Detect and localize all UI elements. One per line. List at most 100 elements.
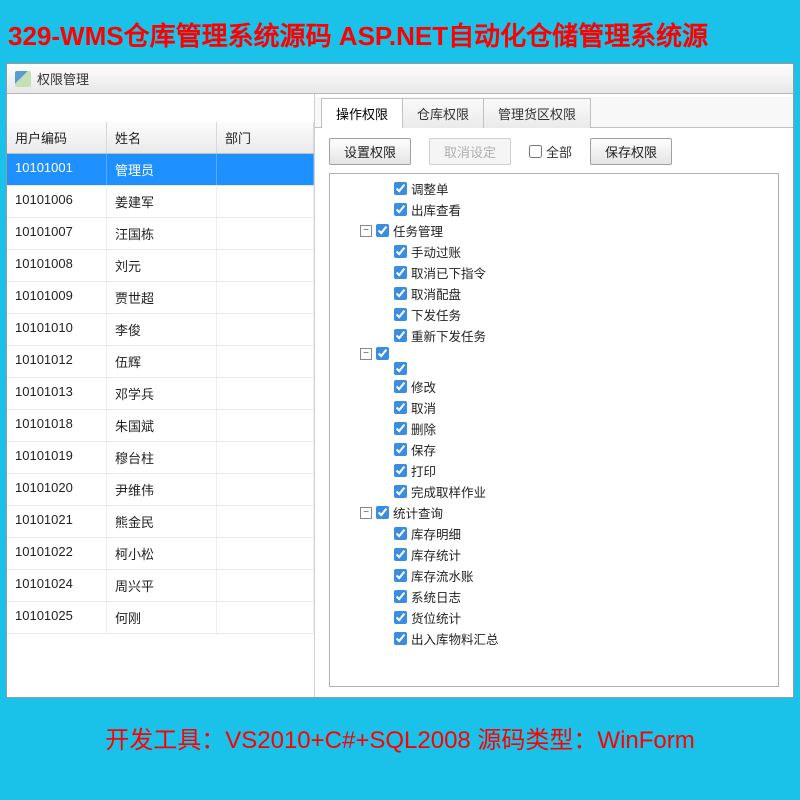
table-row[interactable]: 10101021熊金民 [7, 506, 314, 538]
tree-node[interactable]: 货位统计 [332, 607, 776, 628]
tree-node[interactable]: 下发任务 [332, 304, 776, 325]
table-row[interactable]: 10101019穆台柱 [7, 442, 314, 474]
tree-node[interactable]: 取消已下指令 [332, 262, 776, 283]
header-code[interactable]: 用户编码 [7, 122, 107, 153]
tree-toggle-empty [378, 288, 390, 300]
table-row[interactable]: 10101013邓学兵 [7, 378, 314, 410]
grid-header: 用户编码 姓名 部门 [7, 122, 314, 154]
tree-node[interactable]: 系统日志 [332, 586, 776, 607]
tree-label: 出库查看 [411, 200, 461, 219]
tree-checkbox[interactable] [394, 266, 407, 279]
tree-checkbox[interactable] [394, 329, 407, 342]
tree-node[interactable]: 修改 [332, 376, 776, 397]
tree-node[interactable]: 删除 [332, 418, 776, 439]
tree-node[interactable]: 手动过账 [332, 241, 776, 262]
table-row[interactable]: 10101024周兴平 [7, 570, 314, 602]
tree-checkbox[interactable] [394, 182, 407, 195]
table-row[interactable]: 10101006姜建军 [7, 186, 314, 218]
tree-checkbox[interactable] [376, 347, 389, 360]
cell-name: 刘元 [107, 250, 217, 281]
tree-toggle-empty [378, 549, 390, 561]
tree-checkbox[interactable] [394, 569, 407, 582]
tree-label: 取消已下指令 [411, 263, 486, 282]
tree-label: 出入库物料汇总 [411, 629, 499, 648]
tree-label: 取消 [411, 398, 436, 417]
tree-checkbox[interactable] [394, 362, 407, 375]
tree-toggle-empty [378, 444, 390, 456]
tree-checkbox[interactable] [394, 632, 407, 645]
table-row[interactable]: 10101020尹维伟 [7, 474, 314, 506]
tree-checkbox[interactable] [394, 527, 407, 540]
tree-checkbox[interactable] [394, 245, 407, 258]
tree-checkbox[interactable] [394, 203, 407, 216]
tree-checkbox[interactable] [394, 308, 407, 321]
tree-toggle-empty [378, 402, 390, 414]
tree-toggle-empty [378, 330, 390, 342]
tree-node[interactable]: 取消配盘 [332, 283, 776, 304]
table-row[interactable]: 10101012伍辉 [7, 346, 314, 378]
table-row[interactable]: 10101025何刚 [7, 602, 314, 634]
tree-node[interactable] [332, 361, 776, 376]
tree-node[interactable]: 出入库物料汇总 [332, 628, 776, 649]
tree-toggle-icon[interactable]: − [360, 507, 372, 519]
tree-checkbox[interactable] [394, 485, 407, 498]
tree-node[interactable]: − [332, 346, 776, 361]
table-row[interactable]: 10101018朱国斌 [7, 410, 314, 442]
tree-node[interactable]: 库存明细 [332, 523, 776, 544]
tab-2[interactable]: 管理货区权限 [483, 98, 591, 128]
tree-checkbox[interactable] [394, 401, 407, 414]
tree-toggle-empty [378, 423, 390, 435]
tree-checkbox[interactable] [394, 422, 407, 435]
cell-name: 管理员 [107, 154, 217, 185]
tree-node[interactable]: 调整单 [332, 178, 776, 199]
table-row[interactable]: 10101009贾世超 [7, 282, 314, 314]
window-title: 权限管理 [37, 69, 89, 88]
tree-checkbox[interactable] [394, 287, 407, 300]
banner-top: 329-WMS仓库管理系统源码 ASP.NET自动化仓储管理系统源 [0, 0, 800, 63]
tree-node[interactable]: −统计查询 [332, 502, 776, 523]
cell-dept [217, 218, 314, 249]
cell-name: 姜建军 [107, 186, 217, 217]
tree-checkbox[interactable] [394, 611, 407, 624]
table-row[interactable]: 10101022柯小松 [7, 538, 314, 570]
tree-node[interactable]: 重新下发任务 [332, 325, 776, 346]
table-row[interactable]: 10101008刘元 [7, 250, 314, 282]
tree-checkbox[interactable] [394, 443, 407, 456]
header-dept[interactable]: 部门 [217, 122, 314, 153]
table-row[interactable]: 10101001管理员 [7, 154, 314, 186]
header-name[interactable]: 姓名 [107, 122, 217, 153]
tree-node[interactable]: 打印 [332, 460, 776, 481]
tree-label: 修改 [411, 377, 436, 396]
tree-node[interactable]: 库存流水账 [332, 565, 776, 586]
table-row[interactable]: 10101007汪国栋 [7, 218, 314, 250]
tree-toggle-empty [378, 246, 390, 258]
cell-code: 10101018 [7, 410, 107, 441]
tree-node[interactable]: 完成取样作业 [332, 481, 776, 502]
tree-checkbox[interactable] [376, 224, 389, 237]
tree-toggle-icon[interactable]: − [360, 348, 372, 360]
tree-node[interactable]: 取消 [332, 397, 776, 418]
cancel-permission-button[interactable]: 取消设定 [429, 138, 511, 165]
tree-checkbox[interactable] [394, 590, 407, 603]
save-permission-button[interactable]: 保存权限 [590, 138, 672, 165]
tab-0[interactable]: 操作权限 [321, 98, 403, 128]
cell-code: 10101010 [7, 314, 107, 345]
tree-checkbox[interactable] [394, 548, 407, 561]
tree-node[interactable]: 出库查看 [332, 199, 776, 220]
tab-1[interactable]: 仓库权限 [402, 98, 484, 128]
tree-node[interactable]: 保存 [332, 439, 776, 460]
tree-toggle-icon[interactable]: − [360, 225, 372, 237]
tree-label: 库存统计 [411, 545, 461, 564]
select-all-checkbox[interactable]: 全部 [529, 142, 572, 161]
tree-checkbox[interactable] [376, 506, 389, 519]
tree-node[interactable]: 库存统计 [332, 544, 776, 565]
tree-checkbox[interactable] [394, 464, 407, 477]
set-permission-button[interactable]: 设置权限 [329, 138, 411, 165]
tree-checkbox[interactable] [394, 380, 407, 393]
tree-node[interactable]: −任务管理 [332, 220, 776, 241]
cell-code: 10101008 [7, 250, 107, 281]
permission-tree-wrap[interactable]: 调整单出库查看−任务管理手动过账取消已下指令取消配盘下发任务重新下发任务 − 修改取… [329, 173, 779, 687]
select-all-input[interactable] [529, 145, 542, 158]
tree-toggle-empty [378, 183, 390, 195]
table-row[interactable]: 10101010李俊 [7, 314, 314, 346]
